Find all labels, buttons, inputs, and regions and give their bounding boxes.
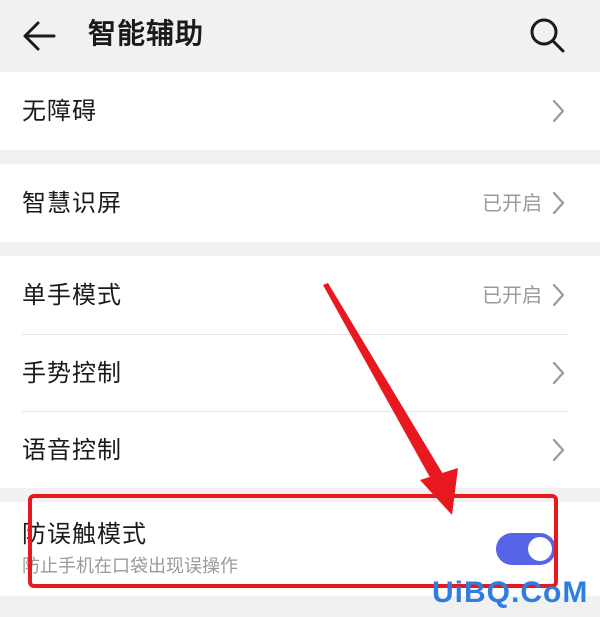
smart-screen-status: 已开启 (482, 191, 542, 215)
smart-screen-row[interactable]: 智慧识屏 已开启 (0, 164, 600, 242)
chevron-right-icon (552, 361, 565, 385)
one-hand-mode-status: 已开启 (482, 283, 542, 307)
one-hand-mode-label: 单手模式 (22, 281, 122, 309)
accessibility-card: 无障碍 (0, 72, 600, 150)
gesture-control-row[interactable]: 手势控制 (0, 335, 600, 411)
accessibility-label: 无障碍 (22, 97, 97, 125)
accessibility-row[interactable]: 无障碍 (0, 72, 600, 150)
watermark: UiBQ.CoM (432, 576, 589, 609)
chevron-right-icon (552, 99, 565, 123)
page-title: 智能辅助 (88, 17, 205, 50)
smart-screen-card: 智慧识屏 已开启 (0, 164, 600, 242)
smart-screen-label: 智慧识屏 (22, 189, 122, 217)
controls-card: 单手模式 已开启 手势控制 语音控制 (0, 256, 600, 488)
chevron-right-icon (552, 283, 565, 307)
search-icon[interactable] (526, 14, 568, 56)
one-hand-mode-row[interactable]: 单手模式 已开启 (0, 256, 600, 334)
arrow-left-icon[interactable] (20, 16, 60, 56)
chevron-right-icon (552, 191, 565, 215)
chevron-right-icon (552, 438, 565, 462)
gesture-control-label: 手势控制 (22, 359, 122, 387)
app-header: 智能辅助 (0, 0, 600, 72)
voice-control-label: 语音控制 (22, 436, 122, 464)
voice-control-row[interactable]: 语音控制 (0, 412, 600, 488)
